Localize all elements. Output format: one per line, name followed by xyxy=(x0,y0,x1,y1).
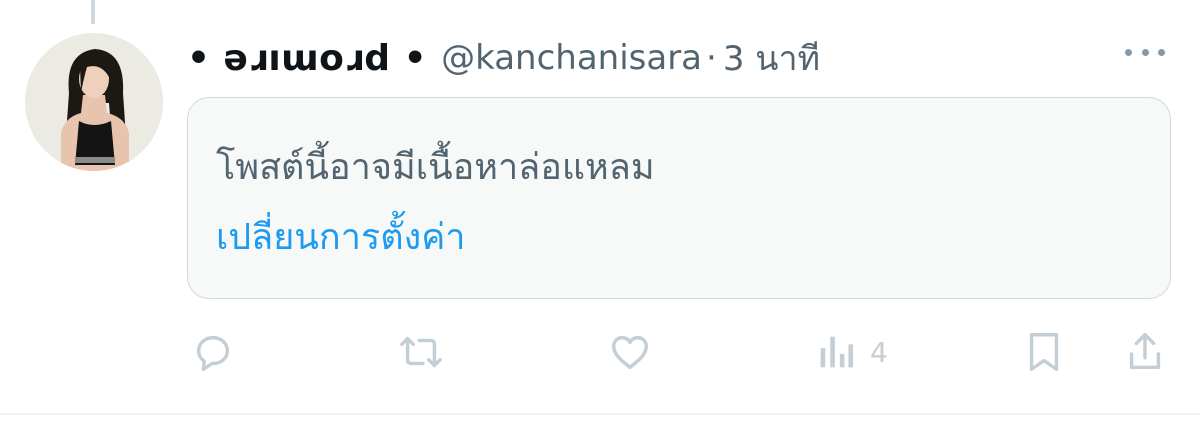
views-count: 4 xyxy=(870,335,888,369)
display-name[interactable]: • ǝɹıɯoɹd • xyxy=(187,38,427,79)
like-button[interactable] xyxy=(607,328,653,376)
more-icon[interactable] xyxy=(1125,40,1165,64)
tweet-header: • ǝɹıɯoɹd • @kanchanisara · 3 นาที xyxy=(187,30,1187,86)
sensitive-content-warning: โพสต์นี้อาจมีเนื้อหาล่อแหลม เปลี่ยนการตั… xyxy=(187,97,1171,299)
avatar[interactable] xyxy=(25,33,163,171)
timestamp[interactable]: 3 นาที xyxy=(723,31,820,85)
views-button[interactable]: 4 xyxy=(816,328,888,376)
action-bar: 4 xyxy=(0,328,1200,376)
change-settings-link[interactable]: เปลี่ยนการตั้งค่า xyxy=(216,208,466,265)
share-icon xyxy=(1129,333,1161,370)
retweet-icon xyxy=(400,336,442,368)
bookmark-icon xyxy=(1029,333,1059,371)
reply-icon xyxy=(196,335,230,371)
user-handle[interactable]: @kanchanisara xyxy=(441,38,702,78)
divider xyxy=(0,413,1200,415)
thread-line xyxy=(91,0,95,24)
views-icon xyxy=(820,336,854,368)
tweet[interactable]: • ǝɹıɯoɹd • @kanchanisara · 3 นาที โพสต์… xyxy=(0,0,1200,425)
separator-dot: · xyxy=(706,38,717,78)
share-button[interactable] xyxy=(1125,328,1165,376)
heart-icon xyxy=(611,335,649,370)
retweet-button[interactable] xyxy=(396,328,446,376)
reply-button[interactable] xyxy=(190,328,236,376)
warning-text: โพสต์นี้อาจมีเนื้อหาล่อแหลม xyxy=(216,147,655,188)
bookmark-button[interactable] xyxy=(1024,328,1064,376)
